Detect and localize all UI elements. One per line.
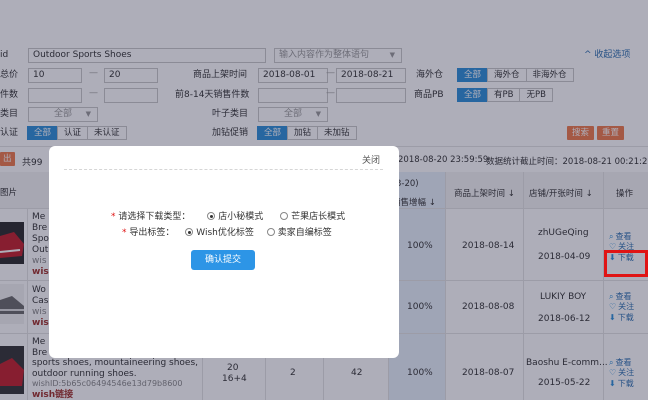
option-wish-tags-label: Wish优化标签 [196,228,254,238]
radio-selected-icon [207,212,216,220]
export-tag-row: * 导出标签： Wish优化标签 卖家自编标签 [122,228,332,239]
radio-icon [280,212,289,220]
highlight-box [604,250,648,277]
required-mark: * [122,228,127,238]
option-dianxiaomi[interactable]: 店小秘模式 [207,212,263,222]
dialog-divider [64,169,383,170]
radio-icon [266,228,275,236]
download-type-label: 请选择下载类型： [118,212,191,222]
download-dialog: 关闭 * 请选择下载类型： 店小秘模式 芒果店长模式 * 导出标签： Wish优… [49,146,399,358]
export-tag-label: 导出标签： [129,228,175,238]
option-mango[interactable]: 芒果店长模式 [280,212,345,222]
option-seller-tags-label: 卖家自编标签 [277,228,332,238]
radio-selected-icon [185,228,194,236]
close-button[interactable]: 关闭 [362,153,380,166]
option-dianxiaomi-label: 店小秘模式 [218,212,264,222]
submit-button[interactable]: 确认提交 [191,250,255,270]
download-type-row: * 请选择下载类型： 店小秘模式 芒果店长模式 [111,212,345,223]
option-seller-tags[interactable]: 卖家自编标签 [266,228,332,238]
option-mango-label: 芒果店长模式 [291,212,346,222]
option-wish-tags[interactable]: Wish优化标签 [185,228,254,238]
required-mark: * [111,212,116,222]
